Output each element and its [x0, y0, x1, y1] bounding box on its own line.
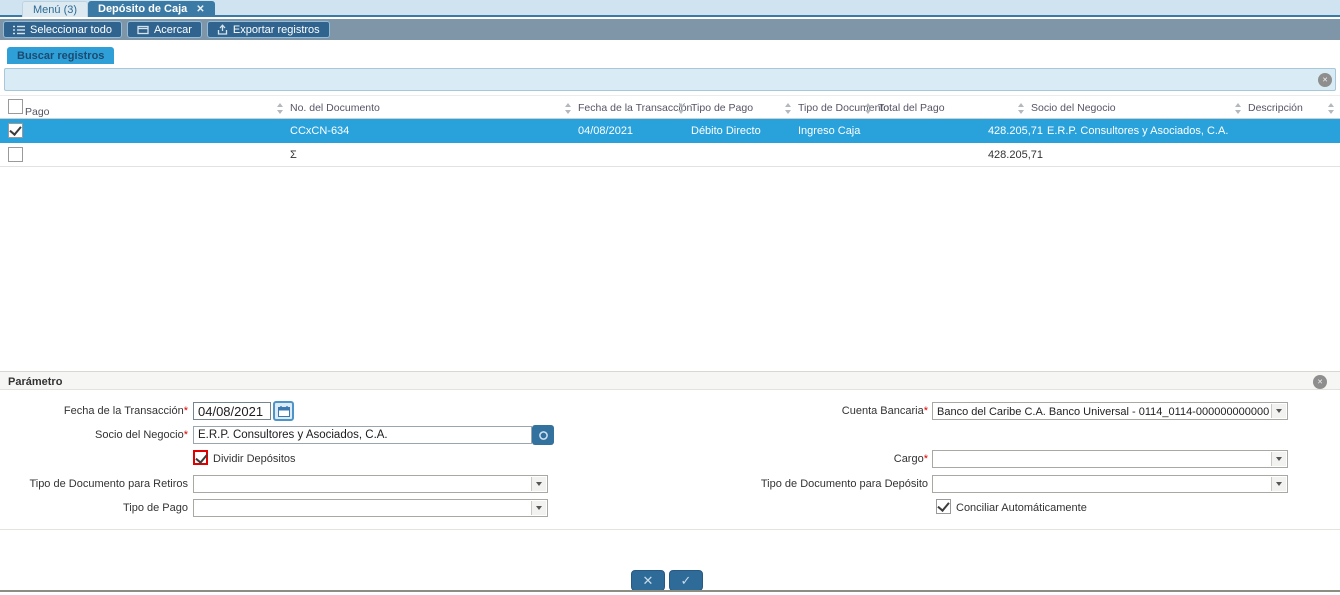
search-records-tab[interactable]: Buscar registros — [7, 47, 115, 64]
toolbar: Seleccionar todo Acercar Exportar regist… — [0, 19, 1340, 40]
search-box: ✕ — [4, 68, 1336, 91]
sort-icon[interactable] — [277, 103, 284, 114]
tab-menu[interactable]: Menú (3) — [22, 1, 89, 17]
auto-reconcile-label: Conciliar Automáticamente — [956, 502, 1087, 514]
cell-document-type: Ingreso Caja — [798, 125, 861, 137]
doc-type-deposit-select[interactable] — [932, 475, 1288, 493]
charge-select[interactable] — [932, 450, 1288, 468]
column-header-doc-no[interactable]: No. del Documento — [290, 102, 380, 114]
sort-icon[interactable] — [678, 103, 685, 114]
tab-deposito-de-caja[interactable]: Depósito de Caja ✕ — [88, 1, 215, 17]
calendar-icon[interactable] — [273, 401, 294, 421]
column-header-tipo-documento[interactable]: Tipo de Documento — [798, 102, 889, 114]
split-deposits-label: Dividir Depósitos — [213, 453, 296, 465]
cell-doc-no: CCxCN-634 — [290, 125, 350, 137]
sum-total: 428.205,71 — [987, 149, 1043, 161]
select-all-rows-checkbox[interactable] — [8, 99, 23, 114]
bottom-divider — [0, 590, 1340, 592]
sum-symbol: Σ — [290, 149, 297, 161]
zoom-label: Acercar — [153, 23, 192, 36]
column-header-fecha[interactable]: Fecha de la Transacción — [578, 102, 692, 114]
export-records-label: Exportar registros — [232, 23, 320, 36]
search-records-label: Buscar registros — [17, 49, 105, 62]
sort-icon[interactable] — [1018, 103, 1025, 114]
tab-menu-label: Menú (3) — [33, 3, 78, 16]
table-sum-row: Σ 428.205,71 — [0, 143, 1340, 167]
chevron-down-icon[interactable] — [1271, 477, 1286, 491]
select-all-label: Seleccionar todo — [30, 23, 112, 36]
parameter-panel-header: Parámetro ✕ — [0, 371, 1340, 390]
confirm-button[interactable]: ✓ — [669, 570, 703, 591]
row-pago-checkbox[interactable] — [8, 123, 23, 138]
close-tab-icon[interactable]: ✕ — [196, 4, 204, 15]
cell-transaction-date: 04/08/2021 — [578, 125, 634, 137]
table-header: Pago No. del Documento Fecha de la Trans… — [0, 95, 1340, 119]
payment-type-select[interactable] — [193, 499, 548, 517]
bank-account-label: Cuenta Bancaria* — [841, 405, 928, 417]
parameter-form: Fecha de la Transacción* Cuenta Bancaria… — [0, 390, 1340, 530]
column-header-pago[interactable]: Pago — [25, 106, 50, 118]
sum-row-checkbox[interactable] — [8, 147, 23, 162]
auto-reconcile-checkbox[interactable] — [936, 499, 951, 514]
doc-type-withdrawals-label: Tipo de Documento para Retiros — [29, 478, 188, 490]
parameter-panel-title: Parámetro — [8, 376, 63, 388]
cell-business-partner: E.R.P. Consultores y Asociados, C.A. — [1047, 125, 1229, 137]
zoom-window-icon — [137, 25, 149, 35]
chevron-down-icon[interactable] — [531, 477, 546, 491]
column-header-total[interactable]: Total del Pago — [878, 102, 945, 114]
record-search-icon[interactable] — [532, 425, 554, 445]
clear-search-icon[interactable]: ✕ — [1318, 73, 1332, 87]
doc-type-withdrawals-select[interactable] — [193, 475, 548, 493]
cell-total: 428.205,71 — [987, 125, 1043, 137]
transaction-date-input[interactable] — [193, 402, 271, 420]
split-deposits-checkbox[interactable] — [193, 450, 208, 465]
sort-icon[interactable] — [565, 103, 572, 114]
search-input[interactable] — [9, 70, 1309, 89]
sort-icon[interactable] — [1328, 103, 1335, 114]
chevron-down-icon[interactable] — [531, 501, 546, 515]
chevron-down-icon[interactable] — [1271, 404, 1286, 418]
window-tab-bar: Menú (3) Depósito de Caja ✕ — [0, 0, 1340, 17]
business-partner-input[interactable] — [193, 426, 532, 444]
sort-icon[interactable] — [785, 103, 792, 114]
sort-icon[interactable] — [865, 103, 872, 114]
payment-type-label: Tipo de Pago — [122, 502, 188, 514]
bank-account-value: Banco del Caribe C.A. Banco Universal - … — [937, 406, 1269, 418]
business-partner-label: Socio del Negocio* — [95, 429, 188, 441]
column-header-socio[interactable]: Socio del Negocio — [1031, 102, 1116, 114]
select-all-button[interactable]: Seleccionar todo — [3, 21, 122, 38]
cell-payment-type: Débito Directo — [691, 125, 761, 137]
cancel-button[interactable]: ✕ — [631, 570, 665, 591]
sort-icon[interactable] — [1235, 103, 1242, 114]
list-icon — [13, 25, 25, 35]
export-records-button[interactable]: Exportar registros — [206, 21, 330, 38]
column-header-tipo-pago[interactable]: Tipo de Pago — [691, 102, 753, 114]
export-icon — [217, 24, 228, 35]
chevron-down-icon[interactable] — [1271, 452, 1286, 466]
collapse-panel-icon[interactable]: ✕ — [1313, 375, 1327, 389]
transaction-date-label: Fecha de la Transacción* — [63, 405, 188, 417]
doc-type-deposit-label: Tipo de Documento para Depósito — [760, 478, 928, 490]
cancel-icon: ✕ — [642, 572, 654, 588]
app-window: Menú (3) Depósito de Caja ✕ Seleccionar … — [0, 0, 1340, 595]
column-header-descripcion[interactable]: Descripción — [1248, 102, 1303, 114]
charge-label: Cargo* — [893, 453, 928, 465]
table-row[interactable]: CCxCN-634 04/08/2021 Débito Directo Ingr… — [0, 119, 1340, 143]
confirm-icon: ✓ — [680, 572, 692, 588]
zoom-button[interactable]: Acercar — [126, 21, 202, 38]
tab-deposito-label: Depósito de Caja — [98, 3, 188, 15]
bank-account-select[interactable]: Banco del Caribe C.A. Banco Universal - … — [932, 402, 1288, 420]
